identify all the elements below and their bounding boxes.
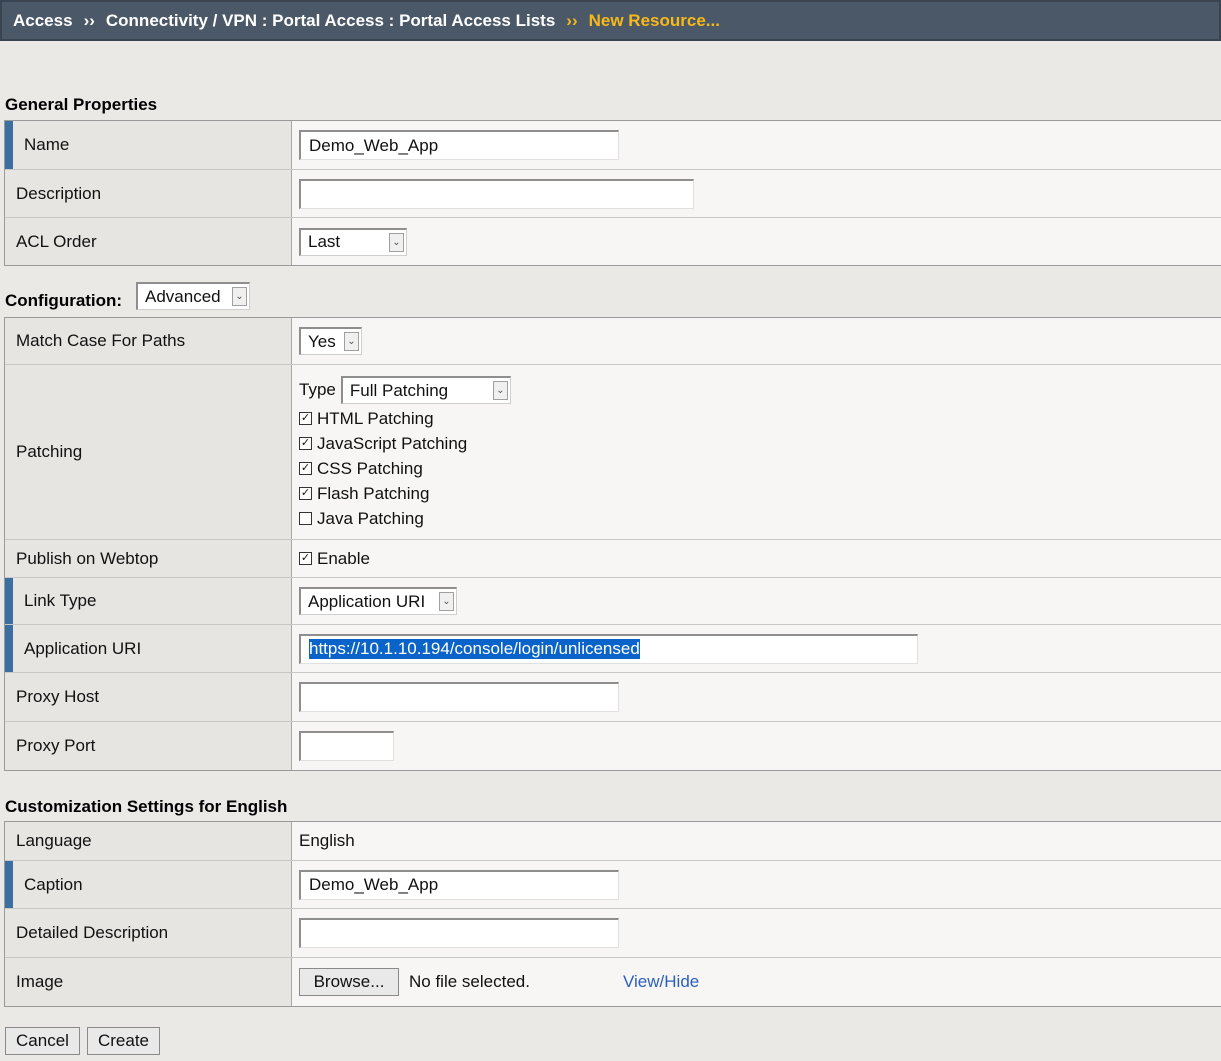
html-patching-label: HTML Patching <box>317 408 434 428</box>
description-input[interactable] <box>299 178 694 209</box>
name-row: Name Demo_Web_App <box>5 121 1221 170</box>
acl-order-select[interactable]: Last ⌄ <box>299 227 407 256</box>
chevron-down-icon: ⌄ <box>389 232 404 252</box>
image-label: Image <box>5 958 292 1006</box>
create-button[interactable]: Create <box>87 1027 160 1055</box>
name-label: Name <box>5 121 292 169</box>
match-case-value: Yes <box>308 331 336 351</box>
caption-row: Caption Demo_Web_App <box>5 861 1221 909</box>
java-patching-label: Java Patching <box>317 508 424 528</box>
general-properties-table: Name Demo_Web_App Description ACL Order … <box>4 120 1221 266</box>
detailed-description-label: Detailed Description <box>5 909 292 957</box>
name-input[interactable]: Demo_Web_App <box>299 130 619 160</box>
publish-webtop-option: Enable <box>317 548 370 568</box>
configuration-mode-value: Advanced <box>145 286 221 306</box>
checkbox-checked-icon[interactable]: ✓ <box>299 552 312 565</box>
java-patching-checkbox[interactable]: Java Patching <box>299 506 424 531</box>
patching-type-label: Type <box>299 380 336 399</box>
customization-table: Language English Caption Demo_Web_App De… <box>4 821 1221 1007</box>
publish-webtop-checkbox[interactable]: ✓ Enable <box>299 546 370 571</box>
publish-webtop-row: Publish on Webtop ✓ Enable <box>5 540 1221 578</box>
breadcrumb: Access ›› Connectivity / VPN : Portal Ac… <box>0 0 1221 41</box>
link-type-select[interactable]: Application URI ⌄ <box>299 587 457 615</box>
css-patching-checkbox[interactable]: ✓ CSS Patching <box>299 456 423 481</box>
description-label: Description <box>5 170 292 217</box>
link-type-label: Link Type <box>5 578 292 624</box>
flash-patching-checkbox[interactable]: ✓ Flash Patching <box>299 481 429 506</box>
chevron-down-icon: ⌄ <box>439 592 454 611</box>
patching-row: Patching Type Full Patching ⌄ ✓ HTML Pat… <box>5 365 1221 540</box>
no-file-text: No file selected. <box>409 972 530 991</box>
javascript-patching-label: JavaScript Patching <box>317 433 468 453</box>
checkbox-checked-icon[interactable]: ✓ <box>299 412 312 425</box>
match-case-select[interactable]: Yes ⌄ <box>299 327 362 355</box>
general-properties-title: General Properties <box>5 95 158 114</box>
checkbox-checked-icon[interactable]: ✓ <box>299 487 312 500</box>
detailed-description-input[interactable] <box>299 918 619 948</box>
flash-patching-label: Flash Patching <box>317 483 430 503</box>
language-label: Language <box>5 822 292 860</box>
match-case-row: Match Case For Paths Yes ⌄ <box>5 318 1221 365</box>
breadcrumb-current: New Resource... <box>588 10 720 30</box>
application-uri-row: Application URI https://10.1.10.194/cons… <box>5 625 1221 673</box>
acl-order-row: ACL Order Last ⌄ <box>5 218 1221 265</box>
publish-webtop-label: Publish on Webtop <box>5 540 292 577</box>
image-row: Image Browse... No file selected. View/H… <box>5 958 1221 1006</box>
customization-title: Customization Settings for English <box>5 797 288 816</box>
cancel-button[interactable]: Cancel <box>5 1027 80 1055</box>
html-patching-checkbox[interactable]: ✓ HTML Patching <box>299 406 434 431</box>
view-hide-link[interactable]: View/Hide <box>623 972 699 992</box>
javascript-patching-checkbox[interactable]: ✓ JavaScript Patching <box>299 431 467 456</box>
acl-order-label: ACL Order <box>5 218 292 265</box>
proxy-host-row: Proxy Host <box>5 673 1221 722</box>
configuration-title: Configuration: <box>5 291 123 310</box>
caption-input[interactable]: Demo_Web_App <box>299 869 619 900</box>
link-type-value: Application URI <box>308 591 426 611</box>
patching-label: Patching <box>5 365 292 539</box>
proxy-host-label: Proxy Host <box>5 673 292 721</box>
link-type-row: Link Type Application URI ⌄ <box>5 578 1221 625</box>
application-uri-value: https://10.1.10.194/console/login/unlice… <box>309 639 640 659</box>
checkbox-checked-icon[interactable]: ✓ <box>299 437 312 450</box>
checkbox-unchecked-icon[interactable] <box>299 512 312 525</box>
browse-button[interactable]: Browse... <box>299 968 399 996</box>
breadcrumb-separator: ›› <box>566 10 578 30</box>
acl-order-value: Last <box>308 232 341 251</box>
chevron-down-icon: ⌄ <box>232 287 247 306</box>
application-uri-label: Application URI <box>5 625 292 672</box>
configuration-table: Match Case For Paths Yes ⌄ Patching Type… <box>4 317 1221 771</box>
configuration-mode-select[interactable]: Advanced ⌄ <box>136 282 250 310</box>
proxy-port-row: Proxy Port <box>5 722 1221 770</box>
description-row: Description <box>5 170 1221 218</box>
language-row: Language English <box>5 822 1221 861</box>
patching-type-select[interactable]: Full Patching ⌄ <box>340 376 511 404</box>
proxy-port-input[interactable] <box>299 731 394 761</box>
css-patching-label: CSS Patching <box>317 458 423 478</box>
proxy-port-label: Proxy Port <box>5 722 292 770</box>
chevron-down-icon: ⌄ <box>344 332 359 351</box>
breadcrumb-separator: ›› <box>83 10 95 30</box>
breadcrumb-root[interactable]: Access <box>13 11 73 31</box>
proxy-host-input[interactable] <box>299 682 619 712</box>
language-value: English <box>299 831 355 850</box>
match-case-label: Match Case For Paths <box>5 318 292 364</box>
detailed-description-row: Detailed Description <box>5 909 1221 958</box>
caption-label: Caption <box>5 861 292 908</box>
breadcrumb-path[interactable]: Connectivity / VPN : Portal Access : Por… <box>106 11 555 31</box>
checkbox-checked-icon[interactable]: ✓ <box>299 462 312 475</box>
chevron-down-icon: ⌄ <box>492 381 508 400</box>
application-uri-input[interactable]: https://10.1.10.194/console/login/unlice… <box>299 633 918 664</box>
patching-type-value: Full Patching <box>349 380 449 400</box>
